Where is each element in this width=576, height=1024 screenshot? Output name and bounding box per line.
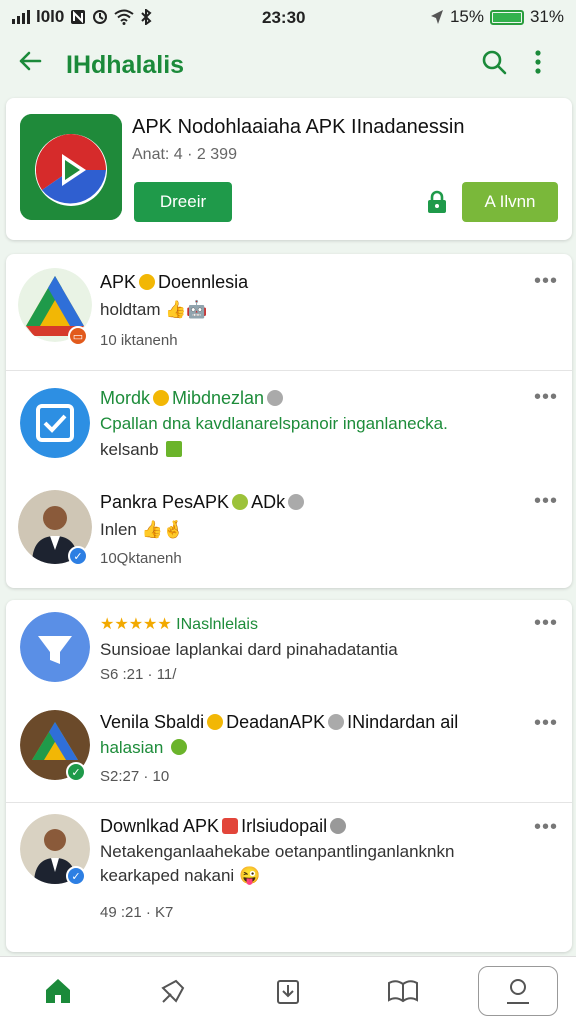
notification-icon (71, 10, 86, 24)
app-logo-icon (20, 114, 122, 220)
item-title: Mordk Mibdnezlan (100, 388, 286, 409)
coin-icon (139, 274, 156, 290)
more-options-icon[interactable]: ••• (534, 816, 558, 839)
install-button[interactable]: A Ilvnn (462, 182, 558, 222)
item-text-2: kelsanb (100, 440, 185, 460)
emoji-icon: 👍🤞 (141, 520, 184, 539)
item-text: Inlen 👍🤞 (100, 520, 184, 539)
verified-badge-icon: ✓ (66, 762, 86, 782)
coin-icon (153, 390, 170, 406)
download-small-icon (330, 818, 347, 834)
alarm-icon (93, 10, 108, 24)
nav-library[interactable] (363, 966, 443, 1016)
verified-badge-icon: ✓ (66, 866, 86, 886)
item-text: Sunsioae laplankai dard pinahadatantia (100, 640, 398, 659)
divider (6, 370, 572, 371)
coin-icon (207, 714, 224, 730)
app-card: APK Nodohlaaiaha APK IInadanessin Anat: … (6, 98, 572, 240)
rating-stars: ★★★★★ (100, 616, 172, 633)
more-vert-icon (535, 49, 541, 74)
signal-icon (12, 10, 30, 24)
item-text: holdtam 👍🤖 (100, 300, 208, 319)
item-title: APK Doennlesia (100, 272, 249, 292)
battery-icon (489, 9, 524, 25)
page-title: IHdhalalis (66, 50, 185, 79)
feed-card-1: ▭ APK Doennlesia holdtam 👍🤖 10 iktanenh •… (6, 254, 572, 588)
item-meta: 10 iktanenh (100, 332, 178, 349)
location-icon (430, 10, 443, 24)
nav-pin[interactable] (133, 966, 213, 1016)
search-icon (482, 50, 507, 74)
list-item[interactable]: ✓ Venila Sbaldi DeadanAPK INindardan ail h… (6, 700, 572, 800)
list-item[interactable]: Mordk Mibdnezlan Cpallan dna kavdlanarels… (6, 372, 572, 478)
item-title: Venila Sbaldi DeadanAPK INindardan ail (100, 712, 459, 732)
verified-icon (232, 494, 249, 510)
avatar (20, 388, 90, 458)
wifi-icon (114, 9, 134, 25)
item-text-2: kearkaped nakani 😜 (100, 866, 261, 885)
profile-icon (507, 978, 530, 1004)
item-title: Downlkad APK Irlsiudopail (100, 816, 349, 837)
home-icon (45, 978, 70, 1003)
robot-icon: 🤖 (186, 300, 208, 319)
nav-home[interactable] (18, 966, 98, 1016)
item-text: Netakenganlaahekabe oetanpantlinganlankn… (100, 842, 455, 861)
smile-icon: 😜 (238, 866, 261, 885)
pin-icon (161, 979, 185, 1003)
book-icon (388, 979, 419, 1002)
nav-downloads[interactable] (248, 966, 328, 1016)
check-icon (171, 739, 188, 755)
item-text: Cpallan dna kavdlanarelspanoir inganlane… (100, 414, 448, 433)
avatar (20, 612, 90, 682)
verified-badge-icon: ✓ (68, 546, 88, 566)
open-button[interactable]: Dreeir (134, 182, 232, 222)
download-icon (276, 979, 299, 1004)
list-item[interactable]: ▭ APK Doennlesia holdtam 👍🤖 10 iktanenh •… (6, 254, 572, 372)
overflow-menu-button[interactable] (516, 48, 560, 83)
item-meta: S2:27 · 10 (100, 768, 170, 785)
video-icon (222, 818, 239, 834)
more-options-icon[interactable]: ••• (534, 612, 558, 635)
app-subtitle: Anat: 4 · 2 399 (132, 146, 237, 163)
bottom-navigation (0, 956, 576, 1024)
info-icon (328, 714, 345, 730)
app-title: APK Nodohlaaiaha APK IInadanessin (132, 116, 465, 138)
item-title: ★★★★★ INaslnlelais (100, 616, 258, 633)
status-time: 23:30 (262, 8, 306, 27)
bag-icon (166, 441, 183, 457)
app-badge-icon: ▭ (68, 326, 88, 346)
item-meta: 10Qktanenh (100, 550, 182, 567)
status-left-text: l0l0 (36, 7, 65, 26)
back-button[interactable] (16, 47, 60, 83)
more-options-icon[interactable]: ••• (534, 712, 558, 735)
item-meta: S6 :21 · 11/ (100, 666, 177, 683)
more-options-icon[interactable]: ••• (534, 270, 558, 293)
item-meta: 49 :21 · K7 (100, 904, 174, 921)
thumbs-up-icon: 👍 (165, 300, 187, 319)
status-bar: l0l0 23:30 15% 31% (0, 0, 576, 34)
arrow-left-icon (19, 51, 42, 71)
list-item[interactable]: ✓ Downlkad APK Irlsiudopail Netakenganlaa… (6, 804, 572, 952)
status-right: 15% 31% (430, 7, 564, 27)
nav-profile[interactable] (478, 965, 559, 1016)
bluetooth-icon (141, 9, 152, 25)
list-item[interactable]: ✓ Pankra PesAPK ADk Inlen 👍🤞 10Qktanenh •… (6, 482, 572, 588)
app-bar: IHdhalalis (0, 34, 576, 96)
feed-card-2: ★★★★★ INaslnlelais Sunsioae laplankai da… (6, 600, 572, 952)
lock-icon (428, 190, 446, 213)
battery-percent-alt: 31% (529, 7, 564, 26)
info-icon (288, 494, 305, 510)
divider (6, 802, 572, 803)
battery-percent: 15% (449, 7, 484, 26)
status-left: l0l0 (12, 7, 152, 27)
item-title: Pankra PesAPK ADk (100, 492, 307, 513)
more-options-icon[interactable]: ••• (534, 386, 558, 409)
item-text: halasian (100, 738, 190, 758)
more-options-icon[interactable]: ••• (534, 490, 558, 513)
verified-icon (267, 390, 284, 406)
list-item[interactable]: ★★★★★ INaslnlelais Sunsioae laplankai da… (6, 600, 572, 700)
search-button[interactable] (472, 48, 516, 83)
